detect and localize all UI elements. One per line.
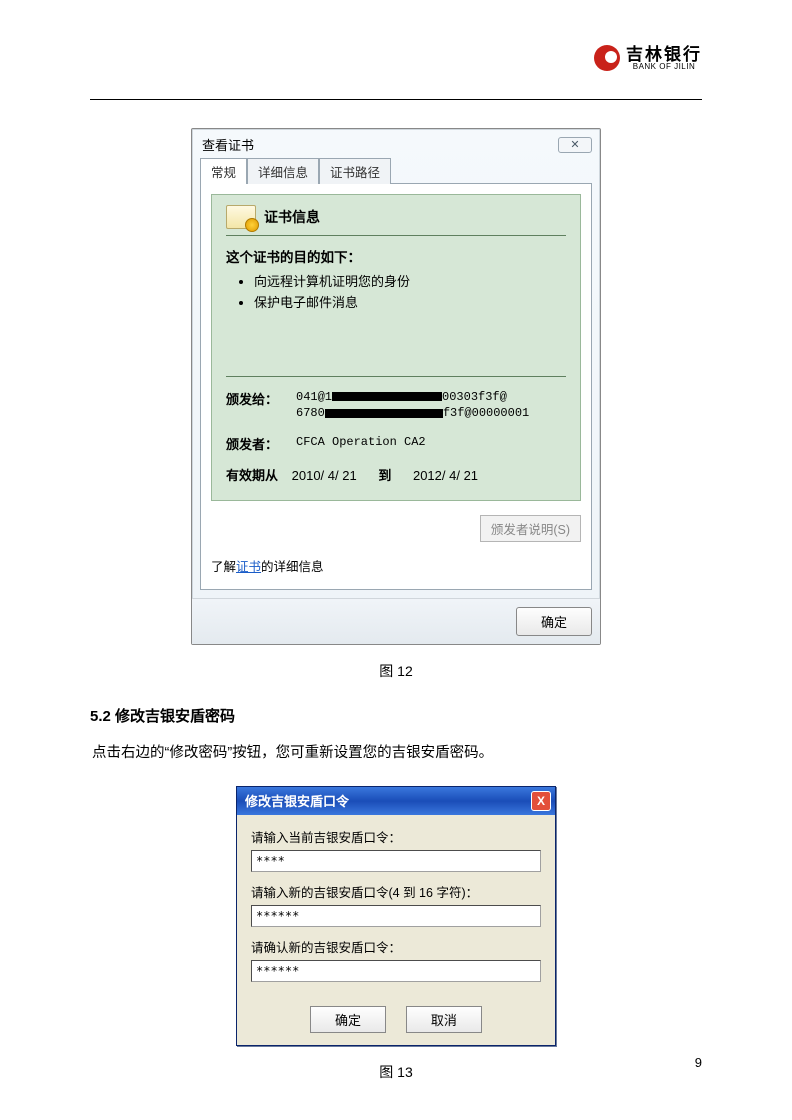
certificate-link[interactable]: 证书 <box>236 560 261 574</box>
brand-name-en: BANK OF JILIN <box>626 63 702 71</box>
field-confirm-password: 请确认新的吉银安盾口令： <box>251 937 541 982</box>
tab-panel-general: 证书信息 这个证书的目的如下： 向远程计算机证明您的身份 保护电子邮件消息 颁发… <box>200 183 592 590</box>
figure-caption-13: 图 13 <box>90 1062 702 1082</box>
dialog-footer: 确定 取消 <box>237 1002 555 1045</box>
divider <box>226 376 566 377</box>
divider <box>226 235 566 236</box>
certificate-icon <box>226 205 256 229</box>
input-confirm-password[interactable] <box>251 960 541 982</box>
cancel-button[interactable]: 取消 <box>406 1006 482 1033</box>
issuer-value: CFCA Operation CA2 <box>296 434 426 453</box>
dialog-titlebar: 查看证书 ✕ <box>192 129 600 156</box>
issuer-label: 颁发者： <box>226 434 296 453</box>
redacted <box>325 409 443 418</box>
brand: 吉林银行 BANK OF JILIN <box>594 45 702 71</box>
issuer-row: 颁发者： CFCA Operation CA2 <box>226 434 566 453</box>
dialog-footer: 确定 <box>192 598 600 644</box>
tab-path[interactable]: 证书路径 <box>319 158 391 184</box>
issued-to-row: 颁发给： 041@100303f3f@ 6780f3f@00000001 <box>226 389 566 423</box>
purpose-item: 保护电子邮件消息 <box>254 293 566 314</box>
dialog-titlebar: 修改吉银安盾口令 X <box>237 787 555 815</box>
close-button[interactable]: ✕ <box>558 137 592 153</box>
issued-to-value: 041@100303f3f@ 6780f3f@00000001 <box>296 389 529 423</box>
label-current-password: 请输入当前吉银安盾口令： <box>251 827 541 846</box>
page-number: 9 <box>695 1055 702 1070</box>
purpose-item: 向远程计算机证明您的身份 <box>254 272 566 293</box>
ok-button[interactable]: 确定 <box>310 1006 386 1033</box>
cert-info-title: 证书信息 <box>264 207 320 227</box>
input-new-password[interactable] <box>251 905 541 927</box>
tab-details[interactable]: 详细信息 <box>247 158 319 184</box>
validity-to-label: 到 <box>378 468 391 483</box>
certificate-info-box: 证书信息 这个证书的目的如下： 向远程计算机证明您的身份 保护电子邮件消息 颁发… <box>211 194 581 501</box>
tab-strip: 常规 详细信息 证书路径 <box>200 159 592 183</box>
section-heading-5-2: 5.2 修改吉银安盾密码 <box>90 705 702 726</box>
field-current-password: 请输入当前吉银安盾口令： <box>251 827 541 872</box>
figure-caption-12: 图 12 <box>90 661 702 681</box>
ok-button[interactable]: 确定 <box>516 607 592 636</box>
label-new-password: 请输入新的吉银安盾口令(4 到 16 字符)： <box>251 882 541 901</box>
brand-name-cn: 吉林银行 <box>626 46 702 63</box>
certificate-dialog: 查看证书 ✕ 常规 详细信息 证书路径 证书信息 这个证书的目的如下： <box>191 128 601 645</box>
input-current-password[interactable] <box>251 850 541 872</box>
redacted <box>332 392 442 401</box>
field-new-password: 请输入新的吉银安盾口令(4 到 16 字符)： <box>251 882 541 927</box>
issuer-statement-button: 颁发者说明(S) <box>480 515 581 542</box>
purpose-heading: 这个证书的目的如下： <box>226 246 566 266</box>
dialog-title: 修改吉银安盾口令 <box>245 791 349 810</box>
validity-label: 有效期从 <box>226 468 278 483</box>
section-body-5-2: 点击右边的“修改密码”按钮，您可重新设置您的吉银安盾密码。 <box>92 740 702 768</box>
validity-row: 有效期从 2010/ 4/ 21 到 2012/ 4/ 21 <box>226 465 566 484</box>
issued-to-label: 颁发给： <box>226 389 296 423</box>
change-password-dialog: 修改吉银安盾口令 X 请输入当前吉银安盾口令： 请输入新的吉银安盾口令(4 到 … <box>236 786 556 1046</box>
validity-from: 2010/ 4/ 21 <box>292 468 357 483</box>
bank-logo-icon <box>594 45 620 71</box>
dialog-title: 查看证书 <box>202 135 254 154</box>
validity-to: 2012/ 4/ 21 <box>413 468 478 483</box>
close-button[interactable]: X <box>531 791 551 811</box>
close-icon: X <box>537 795 545 807</box>
label-confirm-password: 请确认新的吉银安盾口令： <box>251 937 541 956</box>
tab-general[interactable]: 常规 <box>200 158 247 184</box>
purpose-list: 向远程计算机证明您的身份 保护电子邮件消息 <box>254 272 566 314</box>
close-icon: ✕ <box>570 138 579 151</box>
learn-more-line: 了解证书的详细信息 <box>211 542 581 575</box>
